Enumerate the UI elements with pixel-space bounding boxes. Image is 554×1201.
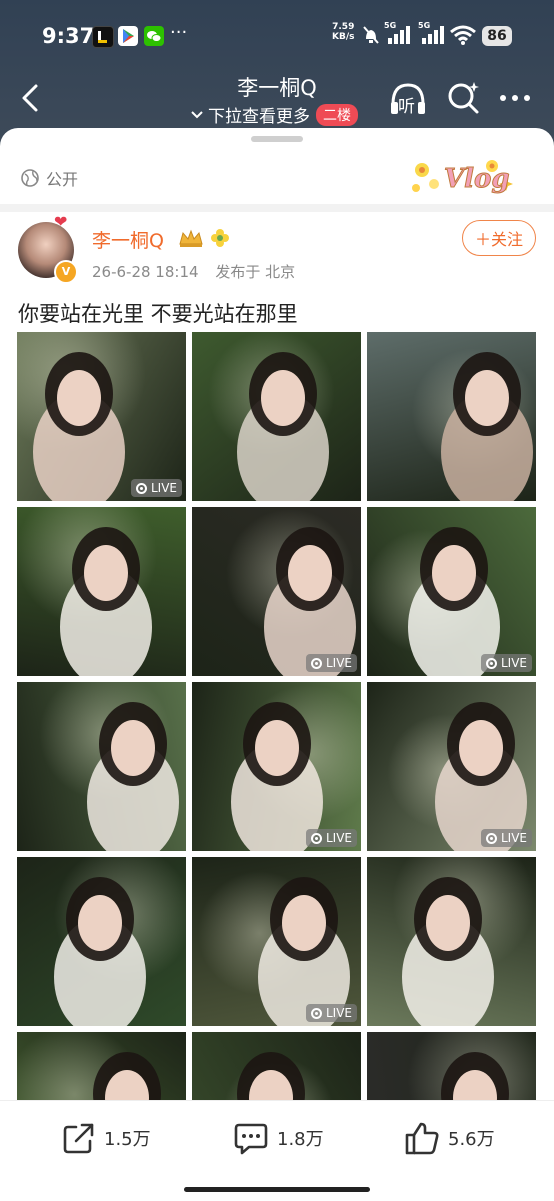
search-icon: [448, 82, 479, 114]
photo-thumbnail[interactable]: [367, 332, 536, 501]
author-name[interactable]: 李一桐Q: [92, 226, 164, 253]
live-label: LIVE: [500, 831, 527, 845]
photo-thumbnail[interactable]: LIVE: [192, 857, 361, 1026]
signal-label-1: 5G: [384, 21, 397, 30]
app-l-icon: [92, 26, 114, 48]
chevron-down-icon: [191, 110, 203, 118]
bottom-action-bar: 1.5万 1.8万 5.6万: [0, 1100, 554, 1201]
photo-thumbnail[interactable]: [17, 507, 186, 676]
post-sheet: 公开 Vlog ❤ V 李一桐Q 26-6-28 18:14 发布于 北京 ＋关…: [0, 128, 554, 1200]
battery-indicator: 86: [482, 26, 512, 46]
post-meta: 26-6-28 18:14 发布于 北京: [92, 261, 295, 282]
follow-button[interactable]: ＋关注: [462, 220, 536, 256]
drag-handle[interactable]: [251, 136, 303, 142]
wechat-icon: [144, 26, 164, 46]
globe-icon: [21, 169, 39, 187]
live-icon: [310, 657, 322, 669]
photo-thumbnail[interactable]: [367, 857, 536, 1026]
live-icon: [135, 482, 147, 494]
signal-label-2: 5G: [418, 21, 431, 30]
photo-subject: [192, 857, 361, 1026]
comment-button[interactable]: 1.8万: [233, 1121, 324, 1155]
photo-subject: [17, 332, 186, 501]
more-icon: [500, 95, 530, 101]
live-photo-badge: LIVE: [480, 654, 532, 672]
share-button[interactable]: 1.5万: [62, 1121, 151, 1155]
live-icon: [310, 1007, 322, 1019]
live-label: LIVE: [325, 831, 352, 845]
live-photo-badge: LIVE: [305, 654, 357, 672]
home-indicator: [184, 1187, 370, 1192]
pull-down-label: 下拉查看更多: [208, 107, 310, 127]
photo-thumbnail[interactable]: LIVE: [367, 507, 536, 676]
more-notifications-icon: ···: [170, 22, 188, 43]
comment-count: 1.8万: [277, 1129, 324, 1150]
visibility-label: 公开: [46, 170, 79, 189]
nav-bar: 李一桐Q 下拉查看更多 二楼 听: [0, 70, 554, 130]
floor-badge: 二楼: [316, 103, 358, 126]
live-label: LIVE: [325, 1006, 352, 1020]
heart-icon: ❤: [54, 212, 68, 231]
photo-subject: [367, 857, 536, 1026]
visibility-indicator: 公开: [20, 166, 78, 190]
post-timestamp: 26-6-28 18:14: [92, 263, 199, 281]
pull-down-more[interactable]: 下拉查看更多 二楼: [190, 102, 358, 127]
net-speed-value: 7.59: [332, 22, 355, 32]
photo-subject: [17, 857, 186, 1026]
photo-subject: [367, 507, 536, 676]
wifi-icon: [450, 25, 476, 49]
photo-subject: [367, 682, 536, 851]
photo-thumbnail[interactable]: [17, 682, 186, 851]
photo-thumbnail[interactable]: [192, 332, 361, 501]
header: 9:37 ··· 7.59 KB/s 5G 5G 86 李一桐Q 下拉查看更多 …: [0, 0, 554, 140]
mute-bell-icon: [362, 25, 380, 49]
live-icon: [485, 657, 497, 669]
listen-button[interactable]: 听: [388, 80, 428, 124]
signal-icon-2: 5G: [418, 21, 444, 49]
vlog-sticker: Vlog: [408, 154, 514, 202]
flower-badge-icon: [210, 228, 230, 253]
thumbs-up-icon: [405, 1122, 439, 1155]
verified-badge-icon: V: [54, 260, 78, 284]
share-count: 1.5万: [104, 1129, 151, 1150]
divider: [0, 204, 554, 212]
live-photo-badge: LIVE: [480, 829, 532, 847]
photo-subject: [192, 332, 361, 501]
live-label: LIVE: [150, 481, 177, 495]
photo-subject: [17, 682, 186, 851]
live-label: LIVE: [325, 656, 352, 670]
live-photo-badge: LIVE: [305, 1004, 357, 1022]
signal-icon-1: 5G: [384, 21, 410, 49]
post-text: 你要站在光里 不要光站在那里: [18, 302, 298, 326]
like-button[interactable]: 5.6万: [404, 1121, 495, 1155]
play-store-icon: [118, 26, 138, 46]
live-label: LIVE: [500, 656, 527, 670]
live-icon: [310, 832, 322, 844]
photo-subject: [17, 507, 186, 676]
share-icon: [63, 1123, 94, 1154]
crown-badge-icon: [178, 228, 204, 253]
photo-thumbnail[interactable]: LIVE: [192, 682, 361, 851]
photo-subject: [192, 507, 361, 676]
vlog-sticker-text: Vlog: [444, 164, 511, 195]
photo-thumbnail[interactable]: LIVE: [192, 507, 361, 676]
photo-subject: [192, 682, 361, 851]
photo-thumbnail[interactable]: [17, 857, 186, 1026]
photo-thumbnail[interactable]: LIVE: [17, 332, 186, 501]
photo-thumbnail[interactable]: LIVE: [367, 682, 536, 851]
clock: 9:37: [42, 24, 95, 48]
ai-search-button[interactable]: [446, 80, 482, 120]
net-speed: 7.59 KB/s: [332, 22, 354, 42]
live-photo-badge: LIVE: [130, 479, 182, 497]
more-options-button[interactable]: [498, 80, 532, 123]
live-icon: [485, 832, 497, 844]
post-location: 发布于 北京: [215, 263, 296, 281]
net-speed-unit: KB/s: [332, 32, 355, 42]
live-photo-badge: LIVE: [305, 829, 357, 847]
like-count: 5.6万: [448, 1129, 495, 1150]
listen-label: 听: [398, 97, 415, 117]
status-bar: 9:37 ··· 7.59 KB/s 5G 5G 86: [0, 0, 554, 70]
photo-subject: [367, 332, 536, 501]
comment-icon: [234, 1123, 268, 1155]
